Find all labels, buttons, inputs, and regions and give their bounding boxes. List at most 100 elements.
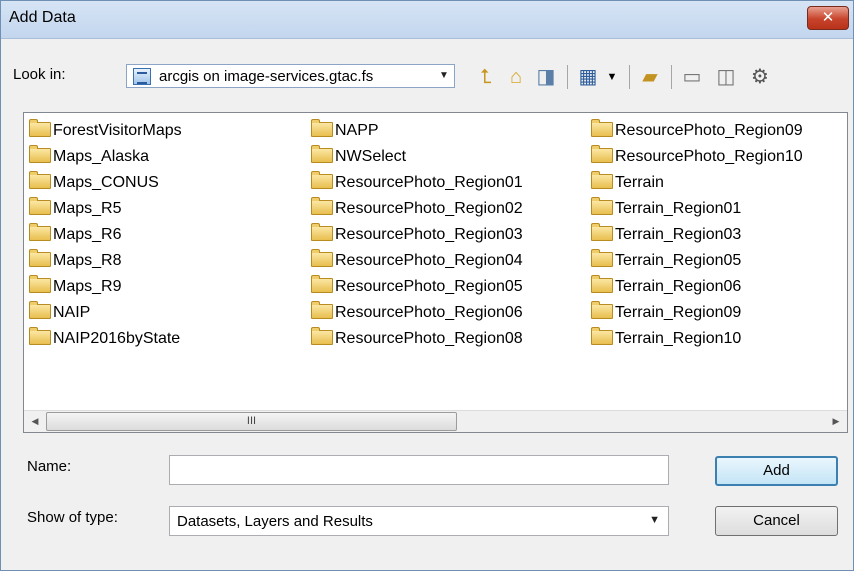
folder-item[interactable]: ResourcePhoto_Region09 [586,118,803,144]
scroll-right-arrow-icon[interactable]: ▶ [825,411,847,432]
folder-name: Maps_Alaska [53,148,150,165]
horizontal-scrollbar[interactable]: ◀ III ▶ [24,410,847,432]
folder-name: ResourcePhoto_Region03 [335,226,523,243]
toolbar-separator [629,65,630,89]
folder-item[interactable]: ResourcePhoto_Region08 [306,326,523,352]
show-of-type-select[interactable]: Datasets, Layers and Results ▼ [169,506,669,536]
folder-icon [591,145,613,163]
folder-item[interactable]: NAIP2016byState [24,326,182,352]
folder-icon [591,249,613,267]
name-label: Name: [27,458,72,475]
folder-item[interactable]: ResourcePhoto_Region04 [306,248,523,274]
look-in-combobox[interactable]: arcgis on image-services.gtac.fs ▼ [126,64,455,88]
folder-icon [591,327,613,345]
scrollbar-grip: III [246,415,257,427]
add-data-dialog: Add Data ✕ Look in: arcgis on image-serv… [0,0,854,571]
folder-name: ResourcePhoto_Region04 [335,252,523,269]
folder-item[interactable]: Maps_Alaska [24,144,182,170]
folder-name: ResourcePhoto_Region06 [335,304,523,321]
connect-folder-icon[interactable]: ◨ [533,64,559,90]
folder-item[interactable]: Terrain_Region06 [586,274,803,300]
server-connection-icon [133,68,151,85]
add-button[interactable]: Add [715,456,838,486]
folder-icon [29,119,51,137]
folder-item[interactable]: NWSelect [306,144,523,170]
folder-icon [311,223,333,241]
folder-item[interactable]: Terrain_Region09 [586,300,803,326]
folder-icon [591,197,613,215]
folder-item[interactable]: Maps_R5 [24,196,182,222]
folder-name: Terrain_Region09 [615,304,742,321]
close-icon: ✕ [821,9,835,26]
options-icon[interactable]: ⚙ [747,64,773,90]
folder-icon [591,301,613,319]
folder-name: Maps_R8 [53,252,122,269]
delete-icon[interactable]: ◫ [713,64,739,90]
folder-icon [29,145,51,163]
folder-item[interactable]: NAIP [24,300,182,326]
folder-item[interactable]: Maps_CONUS [24,170,182,196]
view-menu-chevron-icon[interactable]: ▼ [599,64,625,90]
folder-item[interactable]: Terrain_Region05 [586,248,803,274]
close-button[interactable]: ✕ [807,6,849,30]
folder-name: Maps_R6 [53,226,122,243]
file-column-3: ResourcePhoto_Region09 ResourcePhoto_Regi… [586,118,803,352]
chevron-down-icon[interactable]: ▼ [437,69,451,83]
folder-name: Terrain_Region06 [615,278,742,295]
folder-name: Maps_CONUS [53,174,159,191]
folder-name: Terrain_Region05 [615,252,742,269]
folder-name: NAIP2016byState [53,330,181,347]
folder-icon [311,301,333,319]
disconnect-icon[interactable]: ▭ [679,64,705,90]
folder-icon [311,119,333,137]
toolbar-separator [671,65,672,89]
folder-icon [591,275,613,293]
folder-item[interactable]: Maps_R8 [24,248,182,274]
folder-item[interactable]: Terrain_Region10 [586,326,803,352]
folder-icon [591,223,613,241]
toolbar-separator [567,65,568,89]
look-in-label: Look in: [13,66,66,83]
folder-name: Terrain_Region10 [615,330,742,347]
folder-item[interactable]: ForestVisitorMaps [24,118,182,144]
new-folder-icon[interactable]: ▰ [637,64,663,90]
folder-item[interactable]: Terrain_Region01 [586,196,803,222]
folder-icon [311,145,333,163]
name-input[interactable] [169,455,669,485]
folder-item[interactable]: Terrain [586,170,803,196]
folder-name: NAIP [53,304,91,321]
folder-item[interactable]: Maps_R9 [24,274,182,300]
up-one-level-icon[interactable]: ⮤ [473,64,499,90]
file-column-1: ForestVisitorMaps Maps_Alaska Maps_CONUS Ma… [24,118,182,352]
scrollbar-thumb[interactable]: III [46,412,457,431]
folder-item[interactable]: ResourcePhoto_Region06 [306,300,523,326]
folder-icon [311,275,333,293]
list-view-icon[interactable]: ▦ [575,64,601,90]
title-bar[interactable]: Add Data ✕ [1,1,853,39]
folder-item[interactable]: ResourcePhoto_Region03 [306,222,523,248]
folder-item[interactable]: Terrain_Region03 [586,222,803,248]
folder-icon [311,249,333,267]
file-list[interactable]: ForestVisitorMaps Maps_Alaska Maps_CONUS Ma… [23,112,848,433]
folder-item[interactable]: ResourcePhoto_Region05 [306,274,523,300]
home-icon[interactable]: ⌂ [503,64,529,90]
folder-name: ForestVisitorMaps [53,122,182,139]
folder-name: Terrain_Region01 [615,200,742,217]
folder-name: NWSelect [335,148,407,165]
folder-name: NAPP [335,122,379,139]
cancel-button[interactable]: Cancel [715,506,838,536]
folder-item[interactable]: ResourcePhoto_Region01 [306,170,523,196]
chevron-down-icon[interactable]: ▼ [649,514,660,526]
dialog-title: Add Data [9,9,76,26]
folder-item[interactable]: NAPP [306,118,523,144]
folder-item[interactable]: ResourcePhoto_Region10 [586,144,803,170]
folder-item[interactable]: Maps_R6 [24,222,182,248]
scroll-left-arrow-icon[interactable]: ◀ [24,411,46,432]
folder-name: ResourcePhoto_Region10 [615,148,803,165]
folder-item[interactable]: ResourcePhoto_Region02 [306,196,523,222]
folder-name: Maps_R9 [53,278,122,295]
folder-name: ResourcePhoto_Region09 [615,122,803,139]
folder-icon [29,171,51,189]
folder-icon [591,171,613,189]
file-column-2: NAPP NWSelect ResourcePhoto_Region01 Resour… [306,118,523,352]
